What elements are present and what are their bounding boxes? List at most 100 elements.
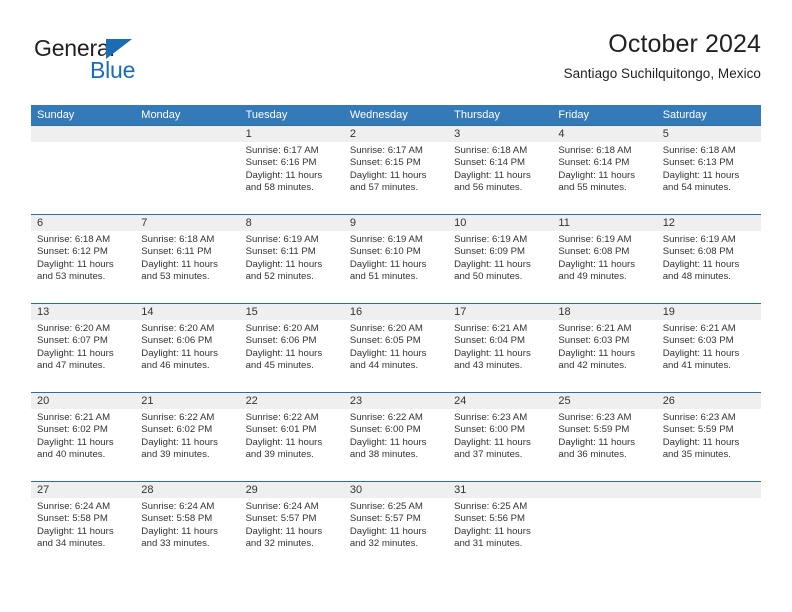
day-cell[interactable]: Sunrise: 6:22 AM Sunset: 6:02 PM Dayligh… <box>135 409 239 481</box>
day-cell[interactable]: Sunrise: 6:19 AM Sunset: 6:10 PM Dayligh… <box>344 231 448 303</box>
day-cell[interactable] <box>31 142 135 214</box>
day-number[interactable]: 29 <box>240 482 344 498</box>
day-cell[interactable]: Sunrise: 6:21 AM Sunset: 6:04 PM Dayligh… <box>448 320 552 392</box>
day-number[interactable]: 30 <box>344 482 448 498</box>
day-number[interactable]: 7 <box>135 215 239 231</box>
day-number[interactable]: 6 <box>31 215 135 231</box>
day-cell[interactable]: Sunrise: 6:18 AM Sunset: 6:14 PM Dayligh… <box>448 142 552 214</box>
daylight-text-line2: and 38 minutes. <box>349 448 419 460</box>
day-cell[interactable]: Sunrise: 6:18 AM Sunset: 6:13 PM Dayligh… <box>657 142 761 214</box>
day-cell[interactable]: Sunrise: 6:19 AM Sunset: 6:09 PM Dayligh… <box>448 231 552 303</box>
day-cell[interactable]: Sunrise: 6:19 AM Sunset: 6:08 PM Dayligh… <box>552 231 656 303</box>
daylight-text-line1: Daylight: 11 hours <box>245 347 323 359</box>
sunset-text: Sunset: 6:00 PM <box>454 424 526 436</box>
day-cell[interactable]: Sunrise: 6:18 AM Sunset: 6:12 PM Dayligh… <box>31 231 135 303</box>
daylight-text-line1: Daylight: 11 hours <box>349 436 427 448</box>
day-cell[interactable]: Sunrise: 6:25 AM Sunset: 5:56 PM Dayligh… <box>448 498 552 570</box>
day-cell[interactable]: Sunrise: 6:20 AM Sunset: 6:06 PM Dayligh… <box>135 320 239 392</box>
day-number[interactable]: 24 <box>448 393 552 409</box>
day-number[interactable]: 17 <box>448 304 552 320</box>
daylight-text-line1: Daylight: 11 hours <box>454 169 531 181</box>
week-detail-band: Sunrise: 6:17 AM Sunset: 6:16 PM Dayligh… <box>31 142 761 214</box>
day-number[interactable]: 9 <box>344 215 448 231</box>
day-cell[interactable]: Sunrise: 6:23 AM Sunset: 5:59 PM Dayligh… <box>657 409 761 481</box>
daylight-text-line2: and 47 minutes. <box>37 359 106 371</box>
day-number[interactable]: 23 <box>344 393 448 409</box>
sunrise-text: Sunrise: 6:18 AM <box>454 145 528 156</box>
day-number[interactable] <box>31 126 135 142</box>
day-number[interactable]: 18 <box>552 304 656 320</box>
day-cell[interactable]: Sunrise: 6:24 AM Sunset: 5:57 PM Dayligh… <box>240 498 344 570</box>
day-cell[interactable]: Sunrise: 6:19 AM Sunset: 6:08 PM Dayligh… <box>657 231 761 303</box>
sunrise-text: Sunrise: 6:23 AM <box>454 412 528 423</box>
day-number[interactable]: 4 <box>552 126 656 142</box>
day-number[interactable]: 10 <box>448 215 552 231</box>
daylight-text-line2: and 34 minutes. <box>37 537 106 549</box>
day-number[interactable]: 11 <box>552 215 656 231</box>
day-cell[interactable]: Sunrise: 6:19 AM Sunset: 6:11 PM Dayligh… <box>240 231 344 303</box>
day-cell[interactable] <box>657 498 761 570</box>
daylight-text-line1: Daylight: 11 hours <box>245 258 323 270</box>
day-number[interactable]: 16 <box>344 304 448 320</box>
sunset-text: Sunset: 6:03 PM <box>558 335 630 347</box>
day-cell[interactable]: Sunrise: 6:21 AM Sunset: 6:03 PM Dayligh… <box>657 320 761 392</box>
calendar-grid: Sunday Monday Tuesday Wednesday Thursday… <box>31 105 761 570</box>
daylight-text-line1: Daylight: 11 hours <box>349 169 427 181</box>
day-cell[interactable]: Sunrise: 6:20 AM Sunset: 6:06 PM Dayligh… <box>240 320 344 392</box>
sunset-text: Sunset: 6:04 PM <box>454 335 526 347</box>
day-number[interactable]: 19 <box>657 304 761 320</box>
day-cell[interactable]: Sunrise: 6:21 AM Sunset: 6:02 PM Dayligh… <box>31 409 135 481</box>
day-cell[interactable]: Sunrise: 6:24 AM Sunset: 5:58 PM Dayligh… <box>135 498 239 570</box>
day-number[interactable]: 21 <box>135 393 239 409</box>
sunrise-text: Sunrise: 6:25 AM <box>454 501 528 512</box>
day-number[interactable]: 3 <box>448 126 552 142</box>
day-cell[interactable]: Sunrise: 6:18 AM Sunset: 6:14 PM Dayligh… <box>552 142 656 214</box>
sunset-text: Sunset: 5:58 PM <box>37 513 108 525</box>
day-number[interactable]: 5 <box>657 126 761 142</box>
sunrise-text: Sunrise: 6:21 AM <box>662 323 736 334</box>
day-cell[interactable]: Sunrise: 6:23 AM Sunset: 6:00 PM Dayligh… <box>448 409 552 481</box>
day-number[interactable]: 14 <box>135 304 239 320</box>
day-number[interactable]: 27 <box>31 482 135 498</box>
day-number[interactable]: 12 <box>657 215 761 231</box>
day-cell[interactable]: Sunrise: 6:24 AM Sunset: 5:58 PM Dayligh… <box>31 498 135 570</box>
general-blue-logo: General Blue <box>34 36 194 88</box>
daylight-text-line2: and 46 minutes. <box>141 359 210 371</box>
day-cell[interactable]: Sunrise: 6:23 AM Sunset: 5:59 PM Dayligh… <box>552 409 656 481</box>
daylight-text-line1: Daylight: 11 hours <box>141 347 218 359</box>
sunrise-text: Sunrise: 6:20 AM <box>349 323 423 334</box>
weekday-header-wednesday: Wednesday <box>349 109 408 121</box>
day-cell[interactable]: Sunrise: 6:22 AM Sunset: 6:00 PM Dayligh… <box>344 409 448 481</box>
day-cell[interactable]: Sunrise: 6:18 AM Sunset: 6:11 PM Dayligh… <box>135 231 239 303</box>
daylight-text-line1: Daylight: 11 hours <box>454 347 531 359</box>
day-number[interactable]: 31 <box>448 482 552 498</box>
day-number[interactable]: 13 <box>31 304 135 320</box>
day-cell[interactable]: Sunrise: 6:17 AM Sunset: 6:16 PM Dayligh… <box>240 142 344 214</box>
day-cell[interactable]: Sunrise: 6:25 AM Sunset: 5:57 PM Dayligh… <box>344 498 448 570</box>
day-number[interactable]: 1 <box>240 126 344 142</box>
weekday-header-thursday: Thursday <box>454 109 500 121</box>
day-number[interactable] <box>135 126 239 142</box>
sunrise-text: Sunrise: 6:24 AM <box>245 501 319 512</box>
day-number[interactable] <box>552 482 656 498</box>
day-number[interactable]: 20 <box>31 393 135 409</box>
day-cell[interactable]: Sunrise: 6:20 AM Sunset: 6:07 PM Dayligh… <box>31 320 135 392</box>
day-number[interactable] <box>657 482 761 498</box>
calendar-page: General Blue October 2024 Santiago Suchi… <box>0 0 792 612</box>
day-cell[interactable]: Sunrise: 6:21 AM Sunset: 6:03 PM Dayligh… <box>552 320 656 392</box>
day-cell[interactable] <box>552 498 656 570</box>
day-cell[interactable]: Sunrise: 6:22 AM Sunset: 6:01 PM Dayligh… <box>240 409 344 481</box>
day-number[interactable]: 15 <box>240 304 344 320</box>
daylight-text-line2: and 33 minutes. <box>141 537 210 549</box>
day-cell[interactable] <box>135 142 239 214</box>
daylight-text-line2: and 35 minutes. <box>662 448 731 460</box>
day-number[interactable]: 26 <box>657 393 761 409</box>
day-number[interactable]: 28 <box>135 482 239 498</box>
day-number[interactable]: 22 <box>240 393 344 409</box>
sunset-text: Sunset: 6:14 PM <box>454 157 526 169</box>
day-number[interactable]: 2 <box>344 126 448 142</box>
day-number[interactable]: 25 <box>552 393 656 409</box>
day-cell[interactable]: Sunrise: 6:20 AM Sunset: 6:05 PM Dayligh… <box>344 320 448 392</box>
day-cell[interactable]: Sunrise: 6:17 AM Sunset: 6:15 PM Dayligh… <box>344 142 448 214</box>
day-number[interactable]: 8 <box>240 215 344 231</box>
